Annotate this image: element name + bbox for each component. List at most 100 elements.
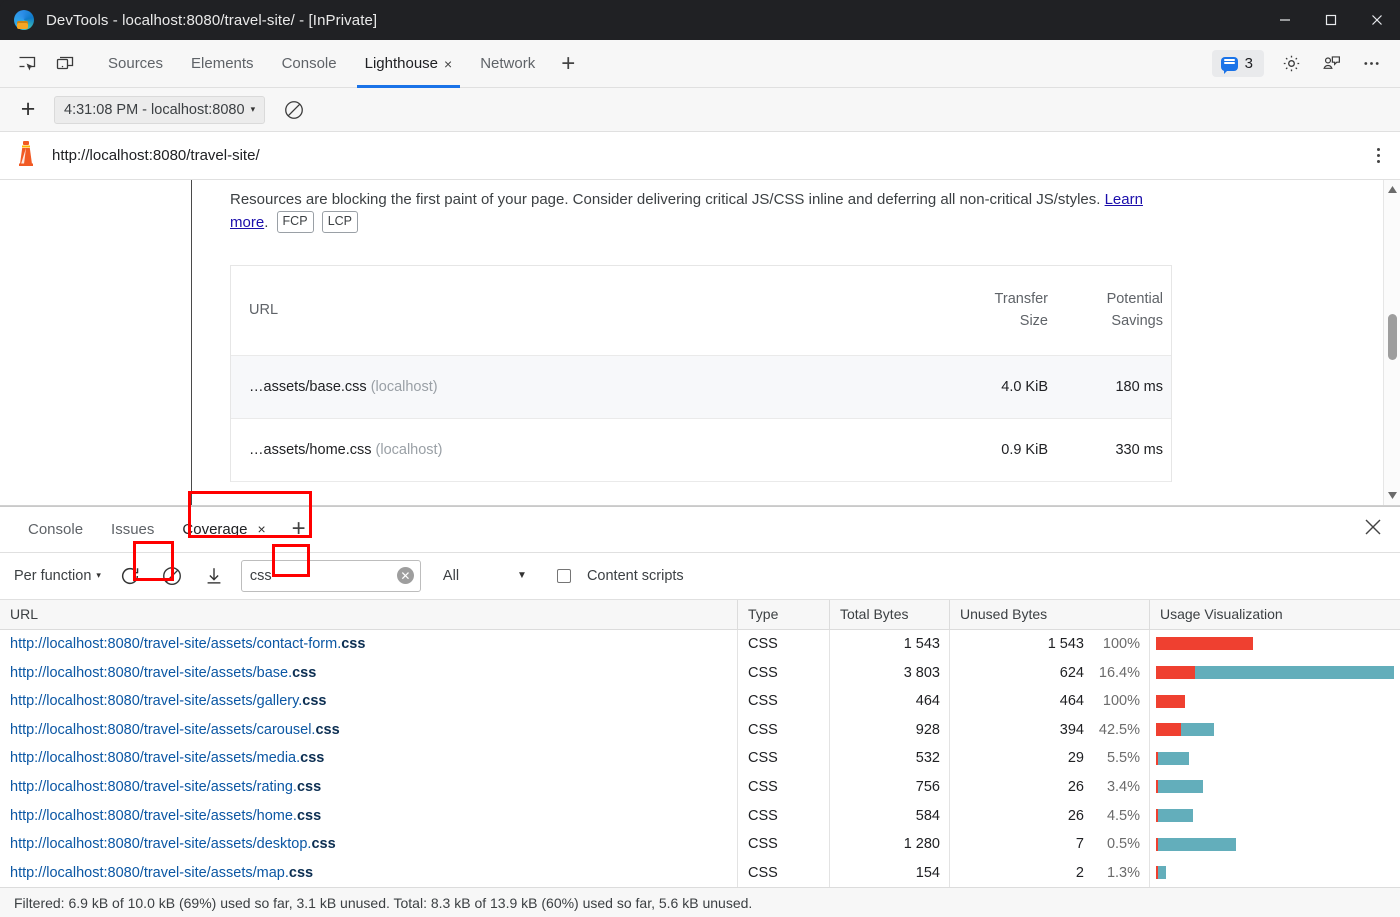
scroll-down-arrow-icon[interactable] xyxy=(1388,487,1397,505)
coverage-url[interactable]: http://localhost:8080/travel-site/assets… xyxy=(10,779,321,795)
coverage-url-cell[interactable]: http://localhost:8080/travel-site/assets… xyxy=(0,830,738,859)
content-scripts-checkbox[interactable] xyxy=(557,569,571,583)
coverage-url-cell[interactable]: http://localhost:8080/travel-site/assets… xyxy=(0,801,738,830)
table-row: …assets/home.css (localhost) 0.9 KiB 330… xyxy=(231,419,1171,482)
coverage-total-bytes: 3 803 xyxy=(830,658,950,687)
coverage-url[interactable]: http://localhost:8080/travel-site/assets… xyxy=(10,808,321,824)
coverage-url[interactable]: http://localhost:8080/travel-site/assets… xyxy=(10,865,313,881)
table-row[interactable]: http://localhost:8080/travel-site/assets… xyxy=(0,830,1400,859)
devtools-drawer: Console Issues Coverage × + Per function… xyxy=(0,506,1400,917)
more-tabs-button[interactable]: + xyxy=(549,52,587,76)
tab-console[interactable]: Console xyxy=(268,40,351,88)
usage-bar xyxy=(1156,637,1253,650)
coverage-unused-percent: 16.4% xyxy=(1094,665,1140,681)
table-row[interactable]: http://localhost:8080/travel-site/assets… xyxy=(0,744,1400,773)
coverage-type: CSS xyxy=(738,687,830,716)
coverage-url[interactable]: http://localhost:8080/travel-site/assets… xyxy=(10,665,316,681)
table-row[interactable]: http://localhost:8080/travel-site/assets… xyxy=(0,773,1400,802)
scroll-up-arrow-icon[interactable] xyxy=(1388,180,1397,198)
tab-close-icon[interactable]: × xyxy=(444,57,452,71)
coverage-url-cell[interactable]: http://localhost:8080/travel-site/assets… xyxy=(0,858,738,887)
maximize-button[interactable] xyxy=(1308,0,1354,40)
clear-reports-icon[interactable] xyxy=(277,93,311,127)
column-header-unused-bytes[interactable]: Unused Bytes xyxy=(950,600,1150,629)
column-header-url[interactable]: URL xyxy=(0,600,738,629)
feedback-icon[interactable] xyxy=(1312,45,1350,83)
table-row[interactable]: http://localhost:8080/travel-site/assets… xyxy=(0,858,1400,887)
coverage-url-cell[interactable]: http://localhost:8080/travel-site/assets… xyxy=(0,630,738,659)
coverage-unused-percent: 42.5% xyxy=(1094,722,1140,738)
coverage-url-cell[interactable]: http://localhost:8080/travel-site/assets… xyxy=(0,687,738,716)
coverage-type-filter-label[interactable]: All xyxy=(443,568,459,584)
coverage-unused-bytes: 26 xyxy=(1068,779,1084,795)
table-row[interactable]: http://localhost:8080/travel-site/assets… xyxy=(0,687,1400,716)
coverage-url[interactable]: http://localhost:8080/travel-site/assets… xyxy=(10,722,340,738)
issues-badge[interactable]: 3 xyxy=(1212,50,1264,77)
scrollbar-thumb[interactable] xyxy=(1388,314,1397,360)
column-header-type[interactable]: Type xyxy=(738,600,830,629)
kebab-menu-icon[interactable] xyxy=(1377,148,1386,163)
usage-bar-used xyxy=(1158,809,1193,822)
metric-chip-lcp: LCP xyxy=(322,211,358,232)
table-row[interactable]: http://localhost:8080/travel-site/assets… xyxy=(0,658,1400,687)
column-header-transfer-size: Transfer Size xyxy=(941,288,1056,333)
coverage-url-extension: css xyxy=(315,722,339,738)
usage-bar xyxy=(1156,666,1394,679)
tab-network[interactable]: Network xyxy=(466,40,549,88)
report-scrollbar[interactable] xyxy=(1383,180,1400,505)
coverage-status-bar: Filtered: 6.9 kB of 10.0 kB (69%) used s… xyxy=(0,887,1400,917)
reload-icon[interactable] xyxy=(113,559,147,593)
table-row[interactable]: http://localhost:8080/travel-site/assets… xyxy=(0,715,1400,744)
coverage-url-extension: css xyxy=(292,665,316,681)
close-drawer-icon[interactable] xyxy=(1364,518,1382,541)
column-header-total-bytes[interactable]: Total Bytes xyxy=(830,600,950,629)
download-icon[interactable] xyxy=(197,559,231,593)
tab-lighthouse[interactable]: Lighthouse × xyxy=(351,40,467,88)
coverage-usage-bar-cell xyxy=(1150,715,1400,744)
tab-label: Console xyxy=(282,55,337,72)
metric-chip-fcp: FCP xyxy=(277,211,314,232)
clear-icon[interactable] xyxy=(155,559,189,593)
tab-sources[interactable]: Sources xyxy=(94,40,177,88)
coverage-url[interactable]: http://localhost:8080/travel-site/assets… xyxy=(10,750,324,766)
audit-description-period: . xyxy=(264,214,268,231)
coverage-url[interactable]: http://localhost:8080/travel-site/assets… xyxy=(10,693,327,709)
report-selector[interactable]: 4:31:08 PM - localhost:8080 ▾ xyxy=(54,96,265,124)
close-button[interactable] xyxy=(1354,0,1400,40)
lighthouse-toolbar: + 4:31:08 PM - localhost:8080 ▾ xyxy=(0,88,1400,132)
coverage-url-cell[interactable]: http://localhost:8080/travel-site/assets… xyxy=(0,715,738,744)
coverage-url[interactable]: http://localhost:8080/travel-site/assets… xyxy=(10,636,365,652)
usage-bar xyxy=(1156,723,1214,736)
more-drawer-tools-button[interactable]: + xyxy=(280,517,318,541)
scrollbar-track[interactable] xyxy=(1384,198,1400,487)
clear-filter-icon[interactable]: ✕ xyxy=(397,567,414,584)
coverage-total-bytes: 154 xyxy=(830,858,950,887)
title-bar: DevTools - localhost:8080/travel-site/ -… xyxy=(0,0,1400,40)
tab-elements[interactable]: Elements xyxy=(177,40,268,88)
drawer-tab-coverage[interactable]: Coverage × xyxy=(168,506,279,552)
drawer-tab-issues[interactable]: Issues xyxy=(97,506,168,552)
coverage-url[interactable]: http://localhost:8080/travel-site/assets… xyxy=(10,836,336,852)
coverage-granularity-select[interactable]: Per function ▾ xyxy=(10,568,105,584)
more-options-icon[interactable] xyxy=(1352,45,1390,83)
coverage-total-bytes: 1 280 xyxy=(830,830,950,859)
chevron-down-icon[interactable]: ▼ xyxy=(517,570,527,581)
minimize-button[interactable] xyxy=(1262,0,1308,40)
table-row[interactable]: http://localhost:8080/travel-site/assets… xyxy=(0,801,1400,830)
drawer-tab-console[interactable]: Console xyxy=(14,506,97,552)
table-row[interactable]: http://localhost:8080/travel-site/assets… xyxy=(0,630,1400,659)
new-report-button[interactable]: + xyxy=(12,95,44,124)
coverage-usage-bar-cell xyxy=(1150,801,1400,830)
coverage-unused-percent: 3.4% xyxy=(1094,779,1140,795)
gear-icon[interactable] xyxy=(1272,45,1310,83)
coverage-url-cell[interactable]: http://localhost:8080/travel-site/assets… xyxy=(0,658,738,687)
device-toolbar-icon[interactable] xyxy=(46,45,84,83)
coverage-url-cell[interactable]: http://localhost:8080/travel-site/assets… xyxy=(0,773,738,802)
drawer-tab-close-icon[interactable]: × xyxy=(257,521,265,537)
inspect-element-icon[interactable] xyxy=(8,45,46,83)
column-header-usage-visualization[interactable]: Usage Visualization xyxy=(1150,600,1400,629)
coverage-url-cell[interactable]: http://localhost:8080/travel-site/assets… xyxy=(0,744,738,773)
coverage-filter-input[interactable]: css ✕ xyxy=(241,560,421,592)
table-header-row: URL Transfer Size Potential Savings xyxy=(231,266,1171,356)
coverage-toolbar: Per function ▾ css ✕ xyxy=(0,553,1400,600)
